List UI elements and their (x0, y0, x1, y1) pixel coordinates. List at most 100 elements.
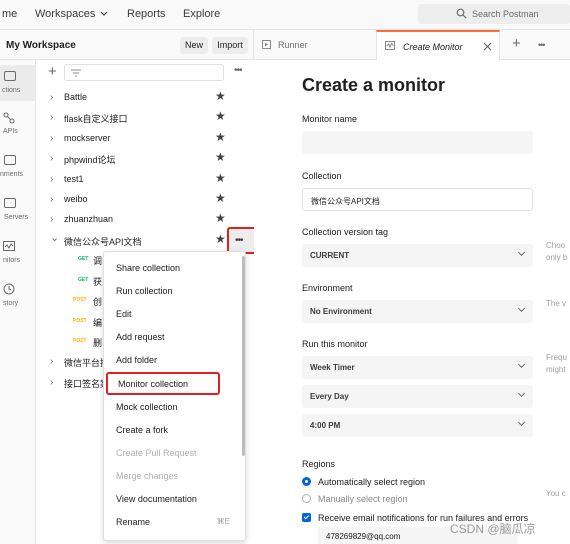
chevron-right-icon[interactable]: › (50, 194, 53, 205)
region-auto-radio[interactable] (302, 477, 311, 486)
rail-apis[interactable]: APIs (0, 108, 36, 144)
import-button[interactable]: Import (212, 37, 248, 54)
hint-text: might (546, 365, 566, 374)
menu-item-mock-collection[interactable]: Mock collection (104, 395, 242, 418)
chevron-right-icon[interactable]: › (50, 174, 53, 185)
menu-item-add-request[interactable]: Add request (104, 325, 242, 348)
collection-item[interactable]: › weibo ★ (36, 190, 253, 210)
day-select[interactable]: Every Day (302, 385, 533, 408)
chevron-right-icon[interactable]: › (50, 214, 53, 225)
chevron-right-icon[interactable]: › (50, 112, 53, 123)
star-icon[interactable]: ★ (215, 191, 226, 205)
environment-label: Environment (302, 283, 353, 293)
star-icon[interactable]: ★ (215, 211, 226, 225)
chevron-right-icon[interactable]: › (50, 92, 53, 103)
chevron-right-icon[interactable]: › (50, 377, 53, 388)
star-icon[interactable]: ★ (215, 232, 226, 246)
search-input[interactable]: Search Postman (418, 4, 570, 24)
nav-workspaces[interactable]: Workspaces (35, 8, 95, 20)
field-value: 微信公众号API文档 (311, 197, 380, 206)
collection-item[interactable]: › flask自定义接口 ★ (36, 108, 253, 128)
menu-item-view-documentation[interactable]: View documentation (104, 487, 242, 510)
chevron-right-icon[interactable]: › (50, 356, 53, 367)
hint-text: You c (546, 489, 566, 498)
filter-input[interactable] (64, 64, 224, 81)
nav-reports[interactable]: Reports (127, 8, 166, 20)
chevron-right-icon[interactable]: › (50, 153, 53, 164)
tab-runner[interactable]: Runner (254, 30, 376, 60)
menu-item-share-collection[interactable]: Share collection (104, 256, 242, 279)
menu-item-label: Merge changes (116, 470, 179, 481)
star-icon[interactable]: ★ (215, 130, 226, 144)
tabs-more-icon[interactable]: ••• (538, 40, 546, 50)
tab-label: Runner (278, 40, 308, 50)
star-icon[interactable]: ★ (215, 171, 226, 185)
new-button[interactable]: New (180, 37, 208, 54)
chevron-right-icon[interactable]: › (50, 133, 53, 144)
request-name: 创 (93, 297, 103, 308)
environment-select[interactable]: No Environment (302, 300, 533, 323)
field-value: 478269829@qq.com (326, 532, 401, 541)
menu-item-label: Create a fork (116, 424, 169, 435)
chevron-down-icon[interactable]: ⌄ (50, 231, 59, 244)
collection-item[interactable]: ⌄ 微信公众号API文档 ★ (36, 231, 253, 251)
timer-select[interactable]: Week Timer (302, 356, 533, 379)
nav-home[interactable]: me (2, 8, 17, 20)
menu-scrollbar[interactable] (242, 256, 245, 456)
close-icon[interactable] (483, 42, 492, 51)
add-icon[interactable]: + (48, 63, 57, 80)
collection-item[interactable]: › 微信平台接 (36, 352, 109, 372)
request-method: POST (73, 297, 87, 304)
rail-label: nments (0, 171, 23, 178)
tab-create-monitor[interactable]: Create Monitor (376, 30, 500, 60)
collection-field[interactable]: 微信公众号API文档 (302, 188, 533, 211)
filter-icon (71, 69, 81, 77)
rail-mock-servers[interactable]: Servers (0, 194, 36, 230)
collection-context-menu: Share collection Run collection Edit Add re… (103, 251, 246, 541)
rail-monitors[interactable]: nitors (0, 237, 36, 273)
collection-item[interactable]: › phpwind论坛 ★ (36, 149, 253, 169)
collection-item[interactable]: › Battle ★ (36, 88, 253, 108)
request-name: 删 (93, 338, 103, 349)
star-icon[interactable]: ★ (215, 89, 226, 103)
nav-explore[interactable]: Explore (183, 8, 220, 20)
new-tab-icon[interactable]: + (512, 35, 521, 52)
email-notify-checkbox[interactable] (302, 513, 311, 522)
menu-item-add-folder[interactable]: Add folder (104, 348, 242, 371)
star-icon[interactable]: ★ (215, 109, 226, 123)
collection-item[interactable]: › test1 ★ (36, 170, 253, 190)
rail-label: story (3, 300, 19, 307)
monitor-name-label: Monitor name (302, 114, 358, 124)
star-icon[interactable]: ★ (215, 150, 226, 164)
region-manual-radio[interactable] (302, 494, 311, 503)
hint-text: Frequ (546, 353, 567, 362)
collection-label: Collection (302, 171, 342, 181)
rail-collections[interactable]: ctions (0, 65, 36, 101)
rail-label: Servers (4, 214, 29, 221)
hint-text: The v (546, 299, 567, 308)
menu-item-label: Share collection (116, 263, 181, 273)
menu-item-monitor-collection[interactable]: Monitor collection (106, 371, 220, 395)
collection-name: weibo (64, 194, 88, 204)
menu-item-label: Add request (116, 332, 165, 343)
field-value: 4:00 PM (310, 421, 341, 430)
version-label: Collection version tag (302, 227, 389, 237)
time-select[interactable]: 4:00 PM (302, 414, 533, 437)
collection-item[interactable]: › zhuanzhuan ★ (36, 210, 253, 230)
collection-item[interactable]: › mockserver ★ (36, 129, 253, 149)
hint-text: Choo (546, 241, 566, 250)
monitor-name-input[interactable] (302, 131, 533, 154)
rail-history[interactable]: story (0, 280, 36, 316)
region-auto-label: Automatically select region (318, 477, 426, 487)
menu-item-rename[interactable]: Rename ⌘E (104, 510, 242, 533)
collection-item[interactable]: › 接口签名案 (36, 373, 109, 393)
field-value: Every Day (310, 392, 349, 401)
menu-item-run-collection[interactable]: Run collection (104, 279, 242, 302)
tab-label: Create Monitor (403, 42, 463, 52)
workspace-title[interactable]: My Workspace (6, 40, 76, 51)
menu-item-edit[interactable]: Edit (104, 302, 242, 325)
version-select[interactable]: CURRENT (302, 244, 533, 267)
more-options-icon[interactable]: ••• (234, 65, 242, 76)
rail-environments[interactable]: nments (0, 151, 36, 187)
menu-item-create-a-fork[interactable]: Create a fork (104, 418, 242, 441)
